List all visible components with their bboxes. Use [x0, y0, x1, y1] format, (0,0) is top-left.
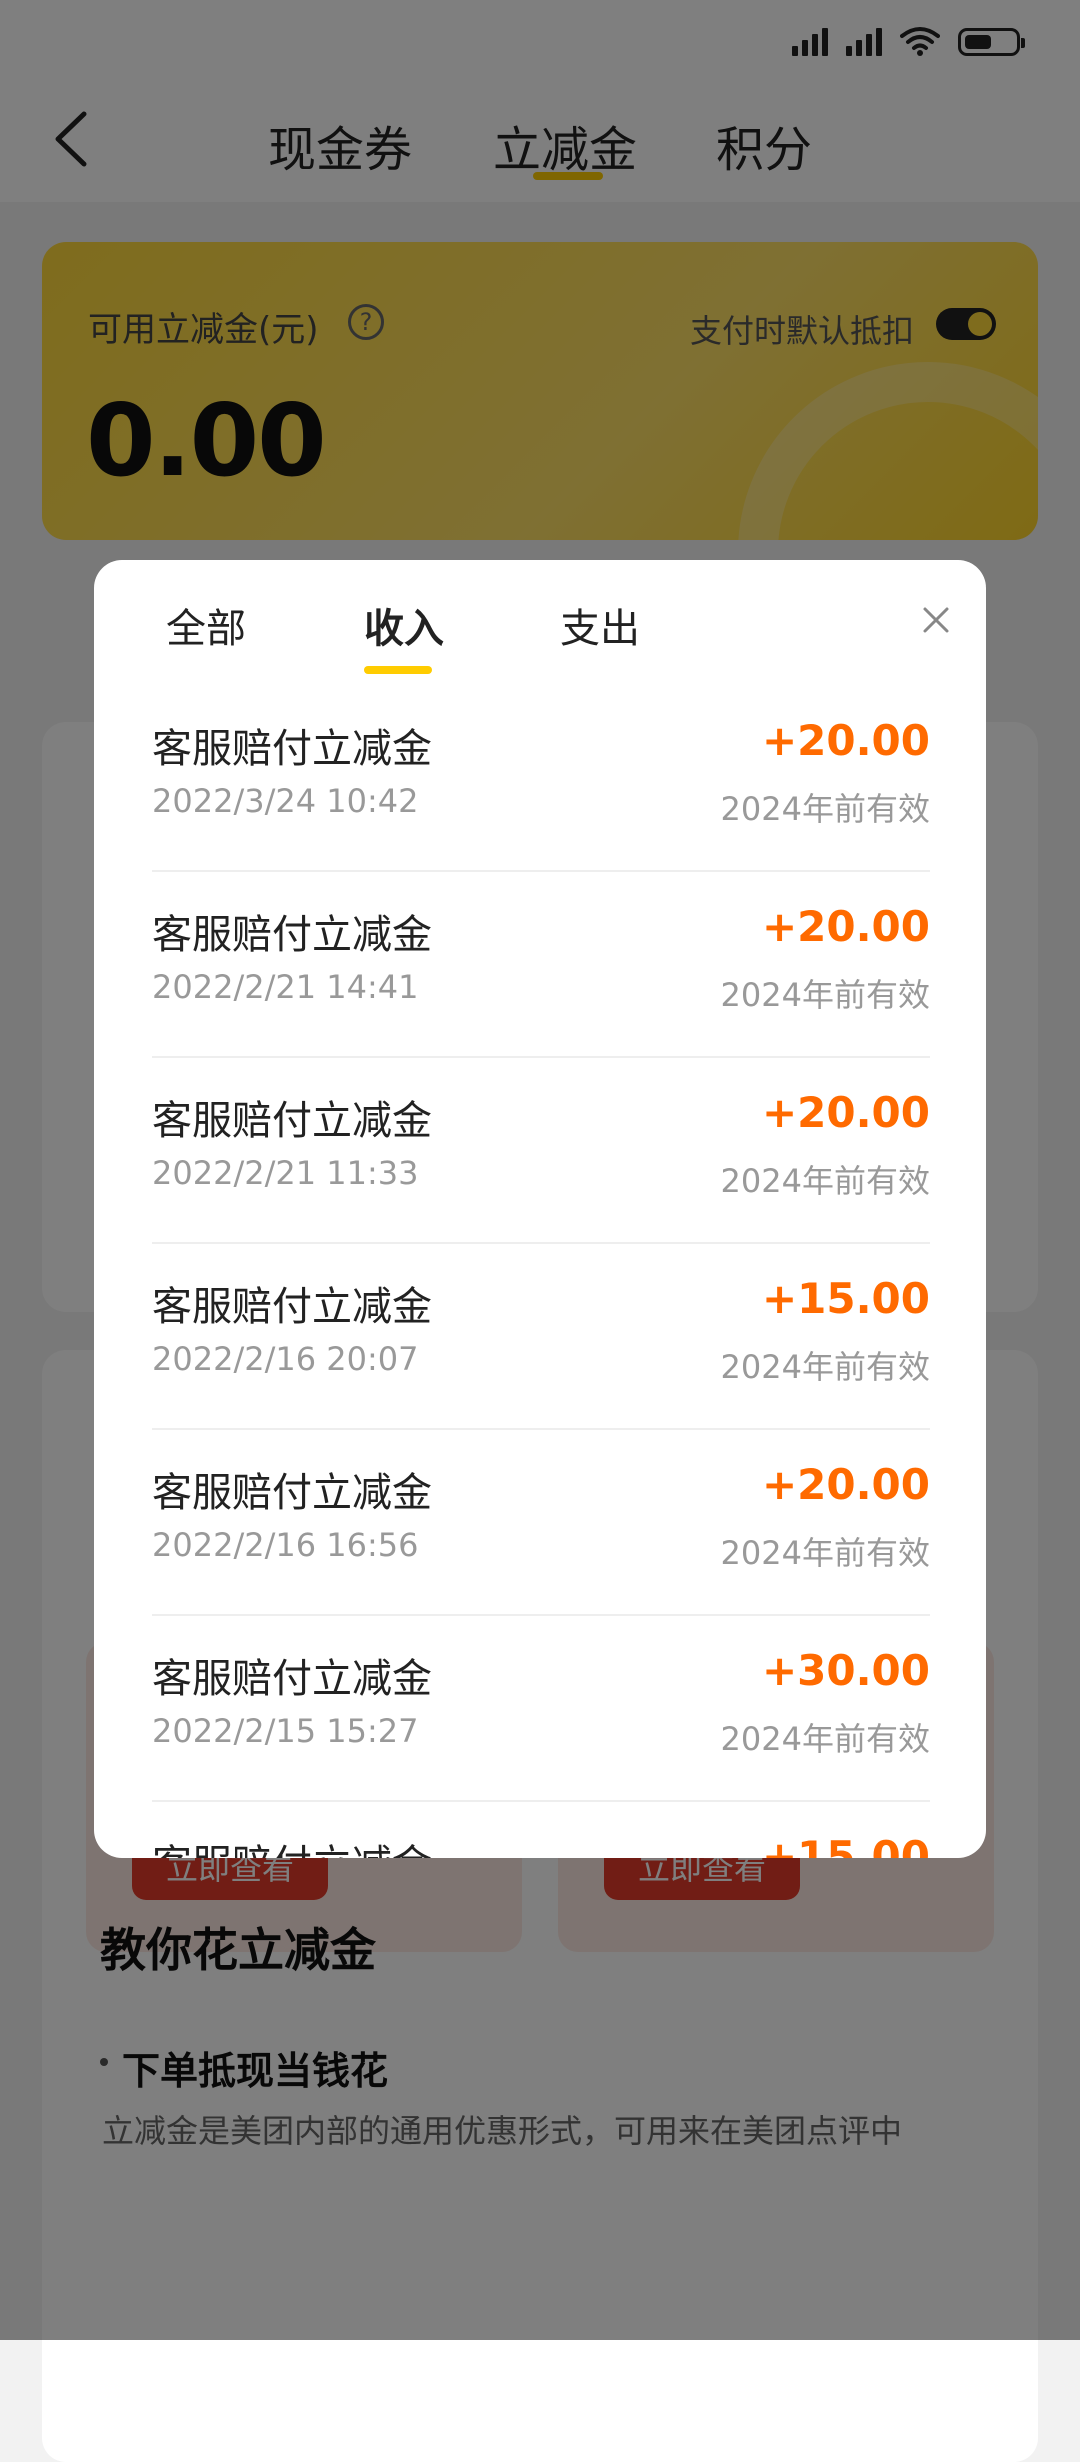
- record-amount: +20.00: [761, 902, 930, 951]
- record-amount: +20.00: [761, 1460, 930, 1509]
- record-validity: 2024年前有效: [720, 976, 930, 1014]
- list-item[interactable]: 客服赔付立减金 2022/2/21 11:33 +20.00 2024年前有效: [152, 1058, 930, 1244]
- modal-tab-income[interactable]: 收入: [364, 596, 444, 654]
- record-date: 2022/3/24 10:42: [152, 782, 419, 820]
- list-item[interactable]: 客服赔付立减金 2022/2/21 14:41 +20.00 2024年前有效: [152, 872, 930, 1058]
- record-date: 2022/2/21 14:41: [152, 968, 419, 1006]
- list-item[interactable]: 客服赔付立减金 2022/2/16 16:56 +20.00 2024年前有效: [152, 1430, 930, 1616]
- list-item[interactable]: 客服赔付立减金 +15.00: [152, 1802, 930, 1858]
- record-title: 客服赔付立减金: [152, 1098, 432, 1144]
- record-amount: +30.00: [761, 1646, 930, 1695]
- record-validity: 2024年前有效: [720, 1534, 930, 1572]
- modal-tab-all[interactable]: 全部: [166, 596, 246, 654]
- record-date: 2022/2/16 20:07: [152, 1340, 419, 1378]
- record-list[interactable]: 客服赔付立减金 2022/3/24 10:42 +20.00 2024年前有效 …: [152, 686, 930, 1858]
- record-date: 2022/2/16 16:56: [152, 1526, 419, 1564]
- record-title: 客服赔付立减金: [152, 1656, 432, 1702]
- record-date: 2022/2/21 11:33: [152, 1154, 419, 1192]
- list-item[interactable]: 客服赔付立减金 2022/3/24 10:42 +20.00 2024年前有效: [152, 686, 930, 872]
- record-title: 客服赔付立减金: [152, 912, 432, 958]
- record-amount: +20.00: [761, 716, 930, 765]
- record-title: 客服赔付立减金: [152, 1284, 432, 1330]
- record-modal: 全部 收入 支出 客服赔付立减金 2022/3/24 10:42 +20.00 …: [94, 560, 986, 1858]
- modal-tab-indicator: [364, 666, 432, 674]
- list-item[interactable]: 客服赔付立减金 2022/2/16 20:07 +15.00 2024年前有效: [152, 1244, 930, 1430]
- record-validity: 2024年前有效: [720, 1162, 930, 1200]
- record-validity: 2024年前有效: [720, 1720, 930, 1758]
- record-title: 客服赔付立减金: [152, 1470, 432, 1516]
- record-date: 2022/2/15 15:27: [152, 1712, 419, 1750]
- record-validity: 2024年前有效: [720, 790, 930, 828]
- record-amount: +20.00: [761, 1088, 930, 1137]
- record-amount: +15.00: [761, 1274, 930, 1323]
- record-validity: 2024年前有效: [720, 1348, 930, 1386]
- record-title: 客服赔付立减金: [152, 1832, 432, 1858]
- record-amount: +15.00: [761, 1832, 930, 1858]
- record-title: 客服赔付立减金: [152, 726, 432, 772]
- list-item[interactable]: 客服赔付立减金 2022/2/15 15:27 +30.00 2024年前有效: [152, 1616, 930, 1802]
- modal-tab-expense[interactable]: 支出: [560, 596, 640, 654]
- close-icon[interactable]: [922, 606, 950, 634]
